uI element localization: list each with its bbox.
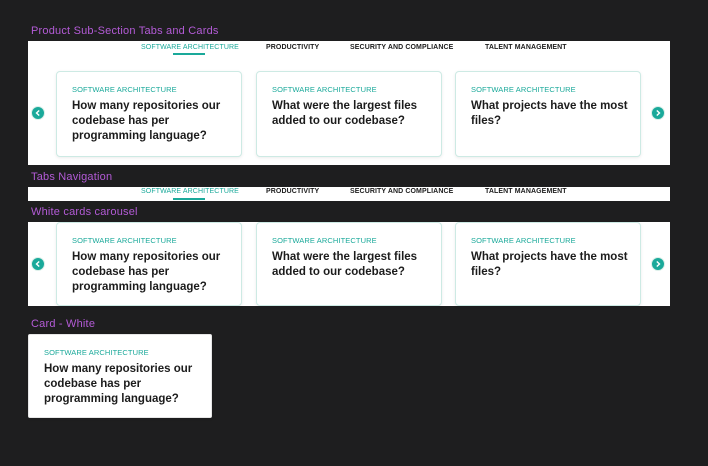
- carousel-next-button[interactable]: [651, 106, 665, 120]
- tab-software-architecture[interactable]: SOFTWARE ARCHITECTURE: [141, 44, 239, 51]
- card-question: What projects have the most files?: [471, 251, 628, 278]
- question-card[interactable]: SOFTWARE ARCHITECTURE What projects have…: [455, 222, 641, 306]
- tab-bar: SOFTWARE ARCHITECTURE PRODUCTIVITY SECUR…: [28, 41, 670, 55]
- tab-talent-management[interactable]: TALENT MANAGEMENT: [485, 188, 567, 195]
- question-card[interactable]: SOFTWARE ARCHITECTURE How many repositor…: [56, 71, 242, 157]
- question-card[interactable]: SOFTWARE ARCHITECTURE What were the larg…: [256, 222, 442, 306]
- question-card-white[interactable]: SOFTWARE ARCHITECTURE How many repositor…: [28, 334, 212, 418]
- carousel-prev-button[interactable]: [31, 257, 45, 271]
- tab-software-architecture[interactable]: SOFTWARE ARCHITECTURE: [141, 188, 239, 195]
- card-kicker: SOFTWARE ARCHITECTURE: [471, 236, 576, 245]
- active-tab-underline: [173, 198, 205, 200]
- card-kicker: SOFTWARE ARCHITECTURE: [72, 85, 177, 94]
- frame-label-tabs-navigation: Tabs Navigation: [31, 171, 113, 183]
- carousel-prev-button[interactable]: [31, 106, 45, 120]
- tab-productivity[interactable]: PRODUCTIVITY: [266, 188, 319, 195]
- question-card[interactable]: SOFTWARE ARCHITECTURE What projects have…: [455, 71, 641, 157]
- card-kicker: SOFTWARE ARCHITECTURE: [72, 236, 177, 245]
- card-question: What projects have the most files?: [471, 100, 628, 127]
- frame-label-product-subsection: Product Sub-Section Tabs and Cards: [31, 25, 219, 37]
- card-kicker: SOFTWARE ARCHITECTURE: [471, 85, 576, 94]
- card-kicker: SOFTWARE ARCHITECTURE: [44, 348, 149, 357]
- chevron-right-icon: [656, 261, 661, 267]
- tab-productivity[interactable]: PRODUCTIVITY: [266, 44, 319, 51]
- card-kicker: SOFTWARE ARCHITECTURE: [272, 85, 377, 94]
- tabs-navigation-panel: SOFTWARE ARCHITECTURE PRODUCTIVITY SECUR…: [28, 187, 670, 201]
- frame-label-card-white: Card - White: [31, 318, 96, 330]
- card-question: What were the largest files added to our…: [272, 100, 418, 127]
- chevron-left-icon: [35, 110, 40, 116]
- frame-label-white-cards-carousel: White cards carousel: [31, 206, 138, 218]
- card-question: How many repositories our codebase has p…: [44, 363, 193, 405]
- question-card[interactable]: SOFTWARE ARCHITECTURE How many repositor…: [56, 222, 242, 306]
- white-cards-carousel-panel: SOFTWARE ARCHITECTURE How many repositor…: [28, 222, 670, 306]
- product-subsection-panel: SOFTWARE ARCHITECTURE PRODUCTIVITY SECUR…: [28, 41, 670, 165]
- card-question: How many repositories our codebase has p…: [72, 251, 221, 293]
- chevron-left-icon: [35, 261, 40, 267]
- tab-security-compliance[interactable]: SECURITY AND COMPLIANCE: [350, 188, 453, 195]
- tab-talent-management[interactable]: TALENT MANAGEMENT: [485, 44, 567, 51]
- carousel-next-button[interactable]: [651, 257, 665, 271]
- chevron-right-icon: [656, 110, 661, 116]
- card-question: How many repositories our codebase has p…: [72, 100, 221, 142]
- card-kicker: SOFTWARE ARCHITECTURE: [272, 236, 377, 245]
- active-tab-underline: [173, 53, 205, 55]
- tab-security-compliance[interactable]: SECURITY AND COMPLIANCE: [350, 44, 453, 51]
- card-question: What were the largest files added to our…: [272, 251, 418, 278]
- question-card[interactable]: SOFTWARE ARCHITECTURE What were the larg…: [256, 71, 442, 157]
